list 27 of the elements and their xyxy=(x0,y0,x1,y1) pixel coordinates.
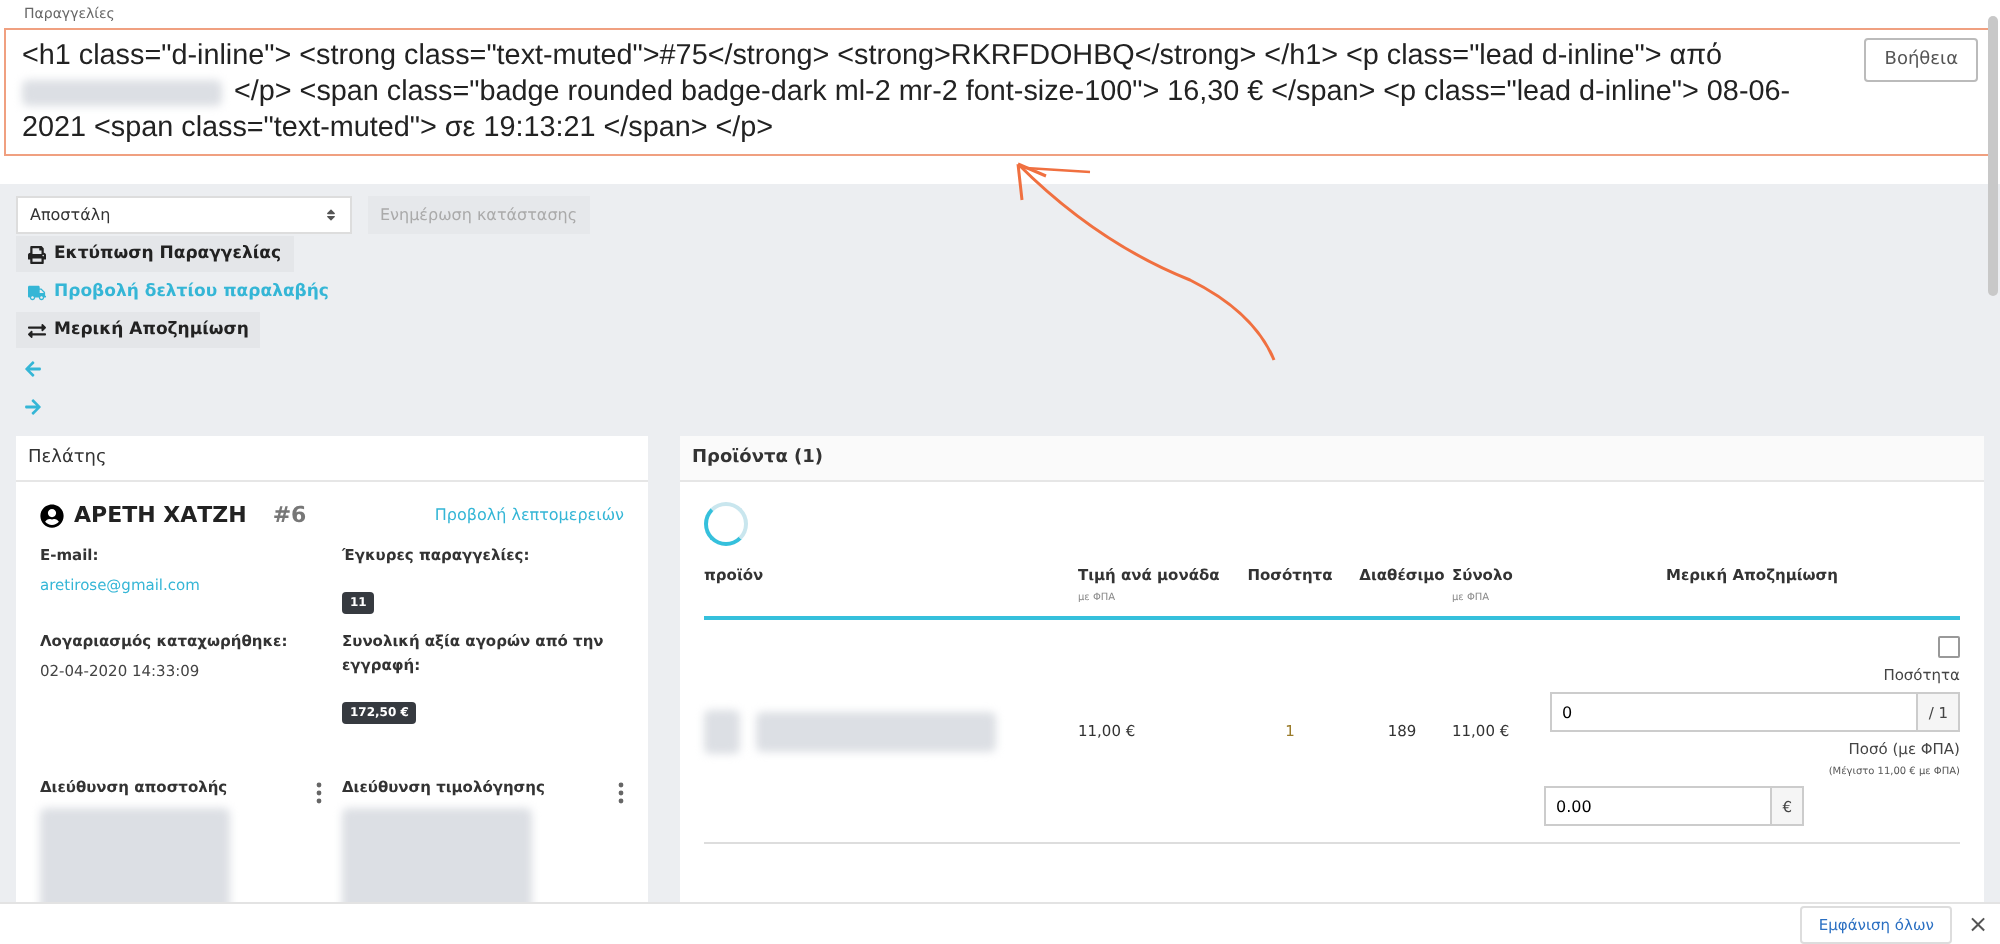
more-icon[interactable] xyxy=(618,781,624,803)
action-button[interactable]: Μερική Αποζημίωση xyxy=(16,312,261,348)
code-text: 2021 <span class="text-muted"> σε 19:13:21 </span> </p> xyxy=(22,110,774,146)
printer-icon xyxy=(28,245,46,263)
card-title: Προϊόντα (1) xyxy=(680,436,1984,482)
more-icon[interactable] xyxy=(316,781,322,803)
loading-spinner xyxy=(704,502,748,546)
truck-icon xyxy=(28,283,46,301)
user-icon xyxy=(40,503,64,527)
sort-caret-icon xyxy=(324,208,338,222)
code-text: <h1 class="d-inline"> <strong class="text-muted">#75</strong> <strong>RKRFDOHBQ</strong> </h1> <p class="lead d-inline"> από xyxy=(22,38,1723,74)
scrollbar[interactable] xyxy=(1988,16,1998,296)
customer-name: ΑΡΕΤΗ ΧΑΤΖΗ xyxy=(74,502,247,528)
action-button[interactable]: Εκτύπωση Παραγγελίας xyxy=(16,236,294,272)
customer-id: #6 xyxy=(272,502,307,528)
code-text: </p> <span class="badge rounded badge-dark ml-2 mr-2 font-size-100"> 16,30 € </span> <p class="lead d-inline"> 08-06- xyxy=(234,74,1791,110)
card-title: Πελάτης xyxy=(16,436,648,482)
help-button[interactable]: Βοήθεια xyxy=(1864,38,1978,82)
status-select[interactable]: Αποστάλη xyxy=(16,196,352,234)
arrow-right-icon xyxy=(24,397,42,415)
arrow-left-icon xyxy=(24,359,42,377)
swap-icon xyxy=(28,321,46,339)
close-button[interactable]: × xyxy=(1967,910,1988,938)
quantity-field[interactable]: 0 xyxy=(1550,692,1919,732)
refund-checkbox[interactable] xyxy=(1938,636,1960,658)
amount-field[interactable]: 0.00 xyxy=(1544,786,1773,826)
redacted-image xyxy=(704,709,740,753)
